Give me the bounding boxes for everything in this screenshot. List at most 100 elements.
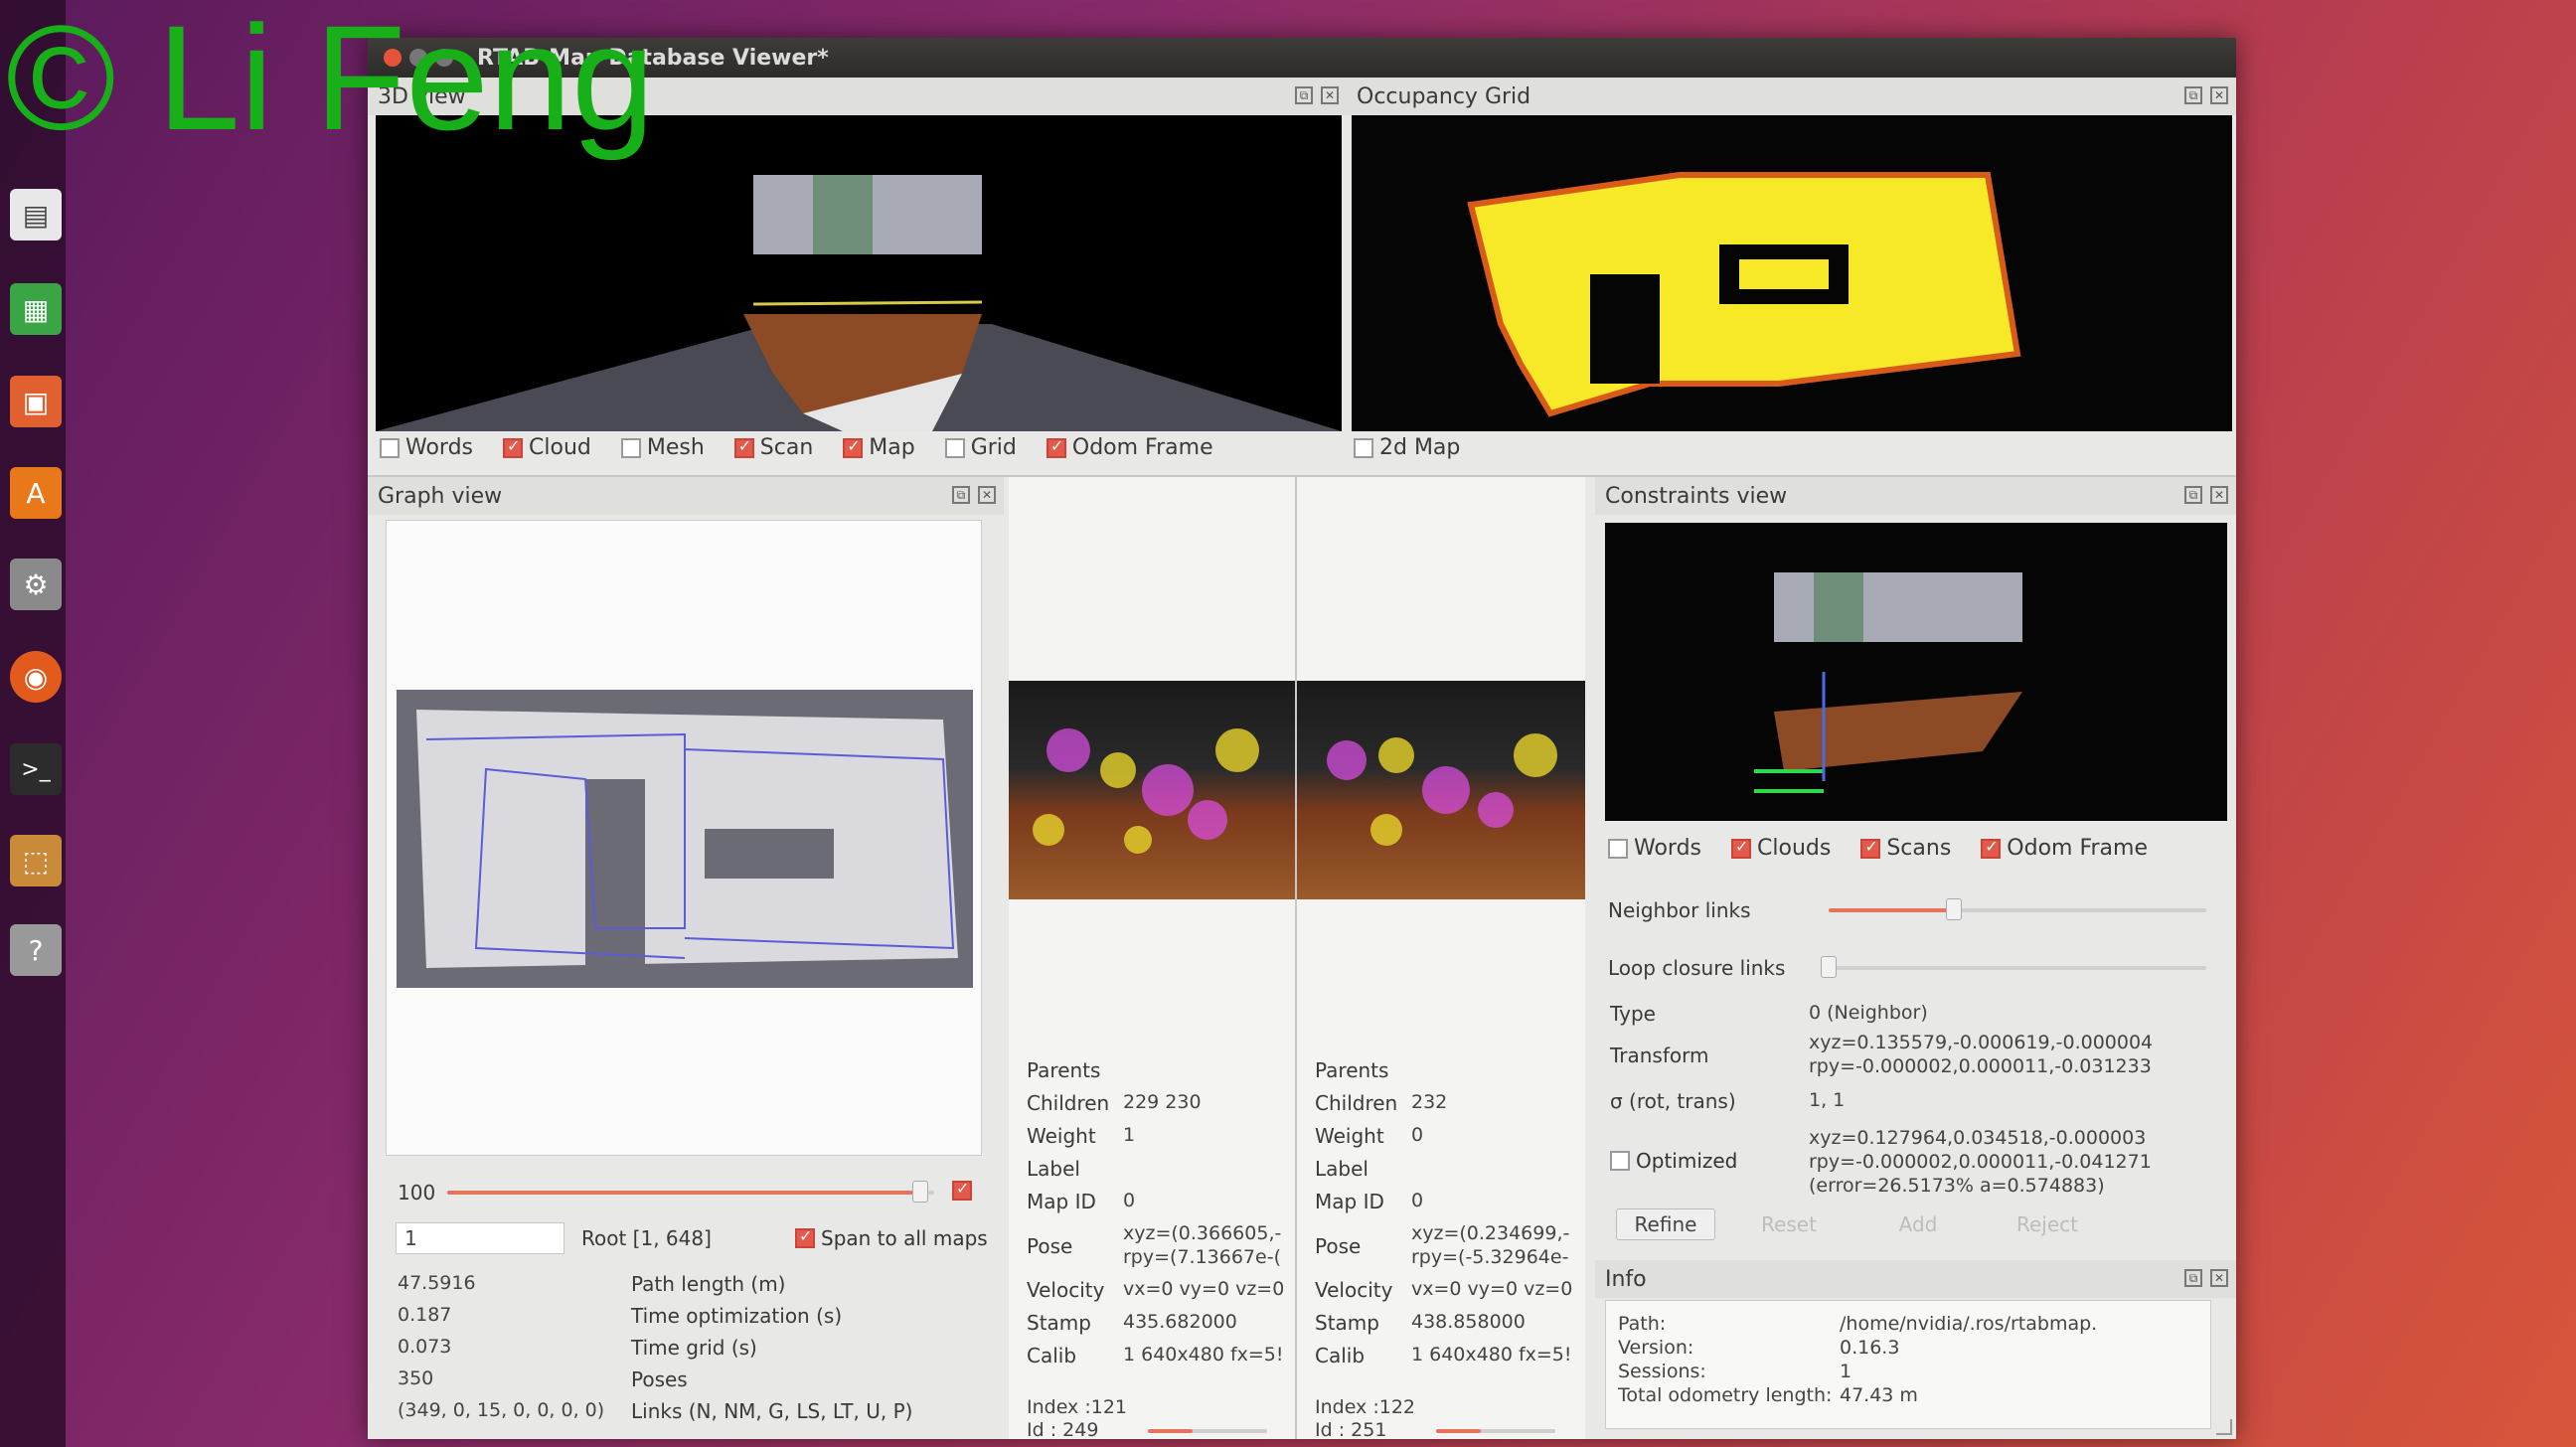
graph-slider-checkbox[interactable] — [952, 1179, 972, 1201]
transform-label: Transform — [1610, 1044, 1709, 1067]
node-b-index: Index :122 — [1315, 1396, 1416, 1418]
field-value: 232 — [1411, 1091, 1448, 1113]
refine-button[interactable]: Refine — [1616, 1208, 1715, 1240]
reject-button[interactable]: Reject — [1998, 1208, 2097, 1240]
checkbox-box[interactable] — [380, 437, 400, 458]
neighbor-links-label: Neighbor links — [1608, 898, 1751, 922]
field-label: Parents — [1315, 1058, 1389, 1082]
transform-rpy: rpy=-0.000002,0.000011,-0.031233 — [1809, 1055, 2152, 1077]
package-icon[interactable]: ⬚ — [10, 835, 62, 886]
node-a-image[interactable] — [1009, 681, 1295, 899]
checkbox-label: Mesh — [646, 435, 705, 460]
field-label: Map ID — [1315, 1190, 1384, 1213]
checkbox-odom-frame[interactable]: Odom Frame — [1046, 435, 1213, 460]
occupancy-title-bar: Occupancy Grid ⧉ ✕ — [1347, 78, 2236, 115]
firefox-icon[interactable]: ◉ — [10, 651, 62, 703]
constraints-checkbox-scans[interactable]: Scans — [1860, 836, 1951, 861]
presentation-icon[interactable]: ▣ — [10, 376, 62, 427]
neighbor-links-knob[interactable] — [1946, 898, 1962, 920]
checkbox-box[interactable] — [843, 436, 864, 458]
checkbox-cloud[interactable]: Cloud — [503, 435, 591, 460]
checkbox-box[interactable] — [733, 436, 754, 458]
checkbox-box[interactable] — [1981, 837, 2002, 859]
close-icon[interactable]: ✕ — [978, 486, 996, 504]
field-value: rpy=(-5.32964e- — [1411, 1246, 1569, 1268]
constraints-checkbox-clouds[interactable]: Clouds — [1731, 836, 1831, 861]
terminal-icon[interactable]: >_ — [10, 743, 62, 795]
watermark: © Li Feng — [6, 0, 655, 161]
close-icon[interactable]: ✕ — [2210, 86, 2228, 104]
close-icon[interactable]: ✕ — [2210, 486, 2228, 504]
field-value: xyz=(0.366605,- — [1123, 1222, 1282, 1244]
float-icon[interactable]: ⧉ — [2184, 86, 2202, 104]
root-node-input[interactable]: 1 — [396, 1222, 564, 1254]
checkbox-words[interactable]: Words — [380, 435, 473, 460]
node-b-image[interactable] — [1297, 681, 1585, 899]
constraints-canvas[interactable] — [1605, 523, 2227, 821]
reset-button[interactable]: Reset — [1739, 1208, 1839, 1240]
field-value: 0 — [1411, 1190, 1424, 1211]
checkbox-box[interactable] — [1046, 436, 1066, 458]
close-icon[interactable]: ✕ — [1321, 86, 1339, 104]
info-value: 47.43 m — [1840, 1384, 1918, 1406]
checkbox-box[interactable] — [1608, 838, 1628, 859]
checkbox-box[interactable] — [620, 437, 641, 458]
span-all-maps-checkbox[interactable]: Span to all maps — [795, 1226, 988, 1250]
main-window: RTAB-Map Database Viewer* 3D view ⧉ ✕ Wor… — [368, 38, 2236, 1441]
checkbox-label: Map — [869, 435, 915, 460]
float-icon[interactable]: ⧉ — [1295, 86, 1313, 104]
stat-label: Path length (m) — [631, 1272, 786, 1296]
node-b-features — [1327, 733, 1557, 846]
loop-closure-links-slider[interactable] — [1829, 966, 2206, 970]
info-label: Total odometry length: — [1618, 1384, 1833, 1406]
graph-slider-knob[interactable] — [912, 1181, 928, 1203]
close-icon[interactable]: ✕ — [2210, 1269, 2228, 1287]
field-label: Calib — [1315, 1344, 1366, 1367]
stat-value: 350 — [398, 1367, 434, 1389]
files-icon[interactable]: ▤ — [10, 189, 62, 241]
spreadsheet-icon[interactable]: ▦ — [10, 283, 62, 335]
resize-grip[interactable] — [2216, 1419, 2232, 1435]
field-label: Label — [1315, 1157, 1368, 1181]
float-icon[interactable]: ⧉ — [952, 486, 970, 504]
info-label: Path: — [1618, 1313, 1667, 1335]
graph-canvas[interactable] — [386, 520, 982, 1156]
checkbox-box[interactable] — [503, 436, 524, 458]
checkbox-map[interactable]: Map — [843, 435, 915, 460]
checkbox-grid[interactable]: Grid — [944, 435, 1017, 460]
field-value: 1 640x480 fx=5! — [1411, 1344, 1572, 1366]
occupancy-canvas[interactable] — [1352, 115, 2232, 431]
checkbox-box[interactable] — [1860, 837, 1881, 859]
field-value: 0 — [1123, 1190, 1136, 1211]
checkbox-scan[interactable]: Scan — [733, 435, 813, 460]
info-value: 0.16.3 — [1840, 1337, 1900, 1359]
constraints-checkbox-words[interactable]: Words — [1608, 836, 1701, 861]
checkbox-label: Words — [1634, 836, 1702, 861]
launcher: ▤ ▦ ▣ A ⚙ ◉ >_ ⬚ ? — [0, 0, 66, 1447]
float-icon[interactable]: ⧉ — [2184, 1269, 2202, 1287]
float-icon[interactable]: ⧉ — [2184, 486, 2202, 504]
checkbox-box[interactable] — [944, 437, 965, 458]
checkbox-box[interactable] — [1731, 837, 1752, 859]
constraints-title: Constraints view — [1605, 483, 1788, 509]
sigma-value: 1, 1 — [1809, 1089, 1846, 1111]
type-value: 0 (Neighbor) — [1809, 1002, 1928, 1024]
loop-closure-links-knob[interactable] — [1821, 956, 1837, 978]
checkbox-label: Clouds — [1757, 836, 1832, 861]
optimized-checkbox[interactable]: Optimized — [1610, 1149, 1737, 1173]
field-label: Stamp — [1315, 1311, 1379, 1335]
add-button[interactable]: Add — [1868, 1208, 1968, 1240]
field-value: 1 640x480 fx=5! — [1123, 1344, 1284, 1366]
checkbox-2d-map[interactable]: 2d Map — [1354, 435, 1460, 460]
info-value: 1 — [1840, 1361, 1852, 1382]
checkbox-mesh[interactable]: Mesh — [620, 435, 705, 460]
settings-icon[interactable]: ⚙ — [10, 559, 62, 610]
help-icon[interactable]: ? — [10, 924, 62, 976]
field-label: Label — [1027, 1157, 1080, 1181]
software-center-icon[interactable]: A — [10, 467, 62, 519]
graph-map — [397, 690, 973, 988]
checkbox-label: Odom Frame — [2007, 836, 2148, 861]
constraints-scene — [1754, 572, 2022, 793]
constraints-checkbox-odom-frame[interactable]: Odom Frame — [1981, 836, 2148, 861]
view3d-canvas[interactable] — [376, 115, 1342, 431]
